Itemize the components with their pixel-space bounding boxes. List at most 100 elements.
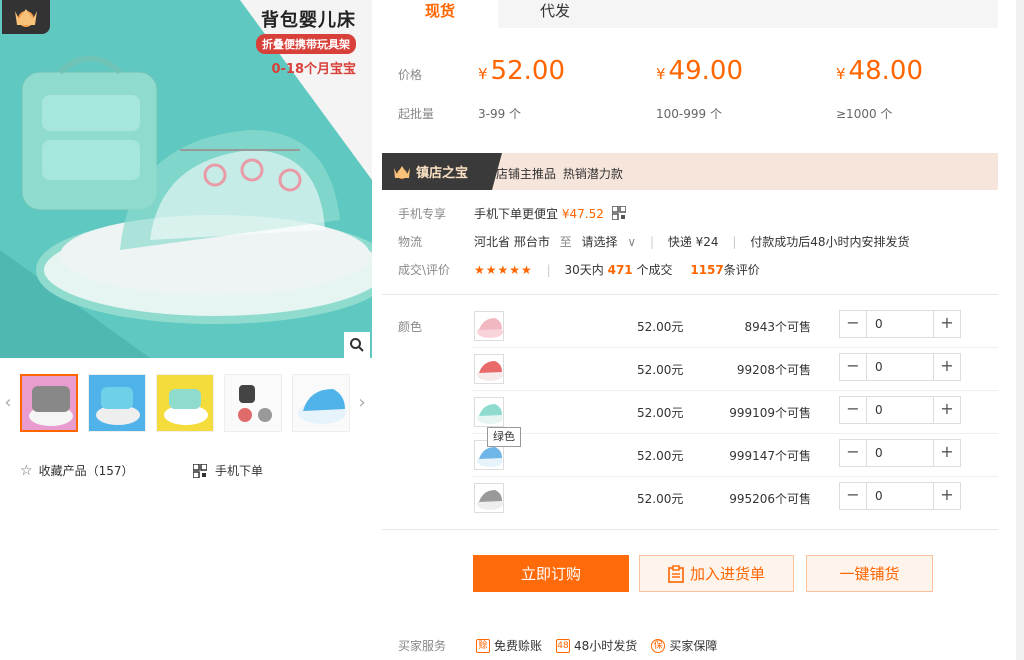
increment-button[interactable]: + bbox=[934, 397, 960, 423]
logistics-row: 物流 河北省 邢台市 至 请选择 ∨ | 快递 ¥24 | 付款成功后48小时内… bbox=[382, 228, 998, 256]
chevron-down-icon: ∨ bbox=[627, 235, 637, 249]
thumb-prev-icon[interactable]: ‹ bbox=[2, 390, 14, 416]
sku-swatch[interactable] bbox=[474, 311, 504, 341]
deal-suffix: 个成交 bbox=[636, 263, 673, 277]
image-subtitle: 0-18个月宝宝 bbox=[271, 62, 356, 77]
quantity-stepper: − + bbox=[839, 439, 961, 467]
deal-review-label: 成交\评价 bbox=[398, 263, 451, 277]
thumb-next-icon[interactable]: › bbox=[356, 390, 368, 416]
shield-icon: 保 bbox=[651, 638, 666, 653]
sku-stock: 999147个可售 bbox=[729, 449, 811, 463]
sku-swatch[interactable] bbox=[474, 397, 504, 427]
sku-swatch[interactable] bbox=[474, 483, 504, 513]
tab-in-stock[interactable]: 现货 bbox=[382, 0, 498, 28]
tab-dropship[interactable]: 代发 bbox=[540, 0, 570, 28]
destination-select[interactable]: 请选择 ∨ bbox=[582, 235, 637, 249]
crown-icon bbox=[394, 165, 410, 179]
mobile-order-label: 手机下单 bbox=[215, 464, 264, 478]
thumbnail-4[interactable] bbox=[224, 374, 282, 432]
ship-note: 付款成功后48小时内安排发货 bbox=[750, 235, 910, 249]
credit-icon: 赊 bbox=[476, 638, 491, 653]
sku-row: 52.00元 999109个可售 − + bbox=[472, 390, 998, 433]
sku-stock: 99208个可售 bbox=[736, 363, 811, 377]
mobile-price: ¥47.52 bbox=[561, 207, 604, 221]
decrement-button[interactable]: − bbox=[840, 440, 866, 466]
thumbnail-1[interactable] bbox=[20, 374, 78, 432]
decrement-button[interactable]: − bbox=[840, 354, 866, 380]
tier-qty-1: 3-99 个 bbox=[478, 107, 522, 121]
add-to-purchase-list-label: 加入进货单 bbox=[689, 565, 765, 583]
tier-qty-2: 100-999 个 bbox=[656, 107, 722, 121]
buy-now-button[interactable]: 立即订购 bbox=[473, 555, 629, 592]
sku-price: 52.00元 bbox=[637, 363, 684, 377]
qr-code-icon bbox=[193, 463, 207, 478]
qr-code-icon[interactable] bbox=[610, 205, 627, 221]
mobile-exclusive-row: 手机专享 手机下单更便宜 ¥47.52 bbox=[382, 200, 998, 228]
increment-button[interactable]: + bbox=[934, 311, 960, 337]
decrement-button[interactable]: − bbox=[840, 483, 866, 509]
page-scrollbar[interactable] bbox=[1016, 0, 1024, 660]
brand-logo bbox=[2, 0, 50, 34]
shipping-48h-icon: 48 bbox=[556, 638, 571, 653]
service-buyer-protection[interactable]: 保 买家保障 bbox=[651, 637, 717, 654]
sku-row: 52.00元 8943个可售 − + bbox=[472, 304, 998, 347]
decrement-button[interactable]: − bbox=[840, 397, 866, 423]
mobile-exclusive-text: 手机下单更便宜 bbox=[474, 207, 559, 221]
increment-button[interactable]: + bbox=[934, 483, 960, 509]
sku-stock: 995206个可售 bbox=[729, 492, 811, 506]
increment-button[interactable]: + bbox=[934, 354, 960, 380]
price-tiers: 价格 起批量 ¥52.00 3-99 个 ¥49.00 100-999 个 ¥4… bbox=[382, 50, 998, 130]
quantity-stepper: − + bbox=[839, 353, 961, 381]
mobile-order[interactable]: 手机下单 bbox=[193, 462, 263, 479]
thumbnail-5[interactable] bbox=[292, 374, 350, 432]
stock-tabs: 现货 代发 bbox=[382, 0, 998, 28]
thumbnail-strip: ‹ › bbox=[0, 372, 372, 434]
sku-price: 52.00元 bbox=[637, 406, 684, 420]
zoom-button[interactable] bbox=[344, 332, 370, 358]
to-text: 至 bbox=[559, 235, 572, 249]
logistics-label: 物流 bbox=[398, 235, 423, 249]
rating-stars: ★★★★★ bbox=[474, 263, 533, 277]
shop-treasure-title: 镇店之宝 bbox=[382, 153, 492, 190]
sku-price: 52.00元 bbox=[637, 449, 684, 463]
tier-qty-3: ≥1000 个 bbox=[836, 107, 893, 121]
services-label: 买家服务 bbox=[398, 639, 447, 653]
quantity-input[interactable] bbox=[866, 354, 934, 380]
sku-row: 52.00元 999147个可售 − + bbox=[472, 433, 998, 476]
service-48h-shipping[interactable]: 48 48小时发货 bbox=[556, 637, 637, 654]
thumbnail-2[interactable] bbox=[88, 374, 146, 432]
sku-row: 52.00元 99208个可售 − + bbox=[472, 347, 998, 390]
origin-text: 河北省 邢台市 bbox=[474, 235, 550, 249]
magnifier-icon bbox=[350, 338, 364, 352]
quantity-stepper: − + bbox=[839, 310, 961, 338]
express-fee: 快递 ¥24 bbox=[667, 235, 719, 249]
review-count[interactable]: 1157 bbox=[690, 263, 723, 277]
image-badge: 折叠便携带玩具架 bbox=[256, 34, 356, 54]
shop-bar-text: 店铺主推品 热销潜力款 bbox=[496, 167, 623, 181]
main-product-image[interactable]: 背包婴儿床 折叠便携带玩具架 0-18个月宝宝 bbox=[0, 0, 372, 358]
sku-swatch[interactable] bbox=[474, 354, 504, 384]
decrement-button[interactable]: − bbox=[840, 311, 866, 337]
thumbnail-3[interactable] bbox=[156, 374, 214, 432]
service-free-credit[interactable]: 赊 免费赊账 bbox=[476, 637, 542, 654]
tier-price-3: ¥48.00 bbox=[836, 56, 923, 86]
quantity-input[interactable] bbox=[866, 483, 934, 509]
sku-stock: 8943个可售 bbox=[744, 320, 811, 334]
add-to-purchase-list-button[interactable]: 加入进货单 bbox=[639, 555, 794, 592]
quantity-input[interactable] bbox=[866, 311, 934, 337]
deal-review-row: 成交\评价 ★★★★★ | 30天内 471 个成交 1157条评价 bbox=[382, 256, 998, 284]
increment-button[interactable]: + bbox=[934, 440, 960, 466]
collect-product[interactable]: ☆ 收藏产品（157） bbox=[20, 462, 133, 479]
sku-stock: 999109个可售 bbox=[729, 406, 811, 420]
one-click-distribute-button[interactable]: 一键铺货 bbox=[806, 555, 933, 592]
color-label: 颜色 bbox=[398, 320, 423, 334]
quantity-input[interactable] bbox=[866, 440, 934, 466]
quantity-input[interactable] bbox=[866, 397, 934, 423]
clipboard-icon bbox=[668, 564, 684, 583]
sku-price: 52.00元 bbox=[637, 320, 684, 334]
deal-count[interactable]: 471 bbox=[608, 263, 633, 277]
buyer-services: 买家服务 赊 免费赊账 48 48小时发货 保 买家保障 bbox=[398, 637, 731, 654]
sku-row: 52.00元 995206个可售 − + bbox=[472, 476, 998, 519]
tier-price-1: ¥52.00 bbox=[478, 56, 565, 86]
color-tooltip: 绿色 bbox=[487, 427, 521, 447]
